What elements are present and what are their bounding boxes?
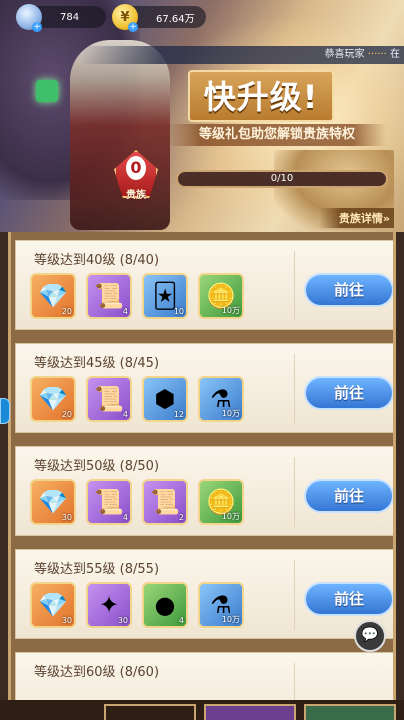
gem-counter[interactable]: + 784	[16, 4, 106, 32]
level-gift-row: 等级达到55级 (8/55) 💎 30 ✦ 30 ● 4 ⚗ 10万 前往	[15, 549, 393, 639]
reward-count: 4	[122, 513, 128, 522]
ticker-tail: 在	[390, 49, 400, 60]
reward-count: 20	[61, 410, 72, 419]
bottom-tab-2[interactable]	[204, 704, 296, 720]
reward-item[interactable]: ✦ 30	[86, 582, 132, 628]
chat-button[interactable]: 💬	[354, 620, 386, 652]
coin-amount: 67.64万	[156, 13, 195, 25]
add-coin-icon[interactable]: +	[128, 22, 138, 32]
scroll-icon: 📜	[94, 488, 124, 516]
red-gem-icon: 💎	[38, 591, 68, 619]
reward-items: 💎 20 📜 4 ⬢ 12 ⚗ 10万	[30, 376, 254, 422]
banner-subtitle: 等级礼包助您解锁贵族特权	[168, 124, 386, 146]
reward-item[interactable]: 💎 30	[30, 479, 76, 525]
row-divider	[294, 457, 295, 527]
reward-count: 4	[122, 410, 128, 419]
reward-item[interactable]: 💎 30	[30, 582, 76, 628]
reward-item[interactable]: 🪙 10万	[198, 273, 244, 319]
vip-progress-bar: 0/10	[176, 170, 388, 188]
reward-count: 20	[61, 307, 72, 316]
reward-item[interactable]: 💎 20	[30, 376, 76, 422]
green-orb-icon: ●	[154, 591, 176, 619]
reward-items: 💎 20 📜 4 🃏 10 🪙 10万	[30, 273, 254, 319]
go-button[interactable]: 前往	[304, 273, 393, 307]
reward-count: 10万	[221, 409, 240, 418]
ticker-player-name: ······	[367, 49, 387, 60]
reward-count: 30	[117, 616, 128, 625]
row-divider	[294, 251, 295, 321]
vip-level-number: 0	[126, 156, 146, 180]
purple-frame-icon: ✦	[98, 591, 120, 619]
reward-item[interactable]: ⚗ 10万	[198, 582, 244, 628]
reward-items: 💎 30 📜 4 📜 2 🪙 10万	[30, 479, 254, 525]
bottom-tab-1[interactable]	[104, 704, 196, 720]
row-title: 等级达到40级 (8/40)	[34, 253, 160, 268]
row-title: 等级达到60级 (8/60)	[34, 665, 160, 680]
reward-item[interactable]: ⬢ 12	[142, 376, 188, 422]
bottom-tab-3[interactable]	[304, 704, 396, 720]
reward-count: 10	[173, 307, 184, 316]
reward-count: 2	[178, 513, 184, 522]
row-title: 等级达到50级 (8/50)	[34, 459, 160, 474]
level-gift-row: 等级达到45级 (8/45) 💎 20 📜 4 ⬢ 12 ⚗ 10万 前往	[15, 343, 393, 433]
blue-card-icon: 🃏	[152, 282, 178, 310]
vip-badge-label: 贵族	[126, 190, 146, 201]
reward-count: 10万	[221, 615, 240, 624]
scroll-icon: 📜	[94, 385, 124, 413]
row-title: 等级达到45级 (8/45)	[34, 356, 160, 371]
scroll-icon: 📜	[94, 282, 124, 310]
side-drawer-tab[interactable]	[0, 398, 10, 424]
reward-item[interactable]: ⚗ 10万	[198, 376, 244, 422]
vip-details-link[interactable]: 贵族详情»	[318, 208, 394, 228]
red-gem-icon: 💎	[38, 488, 68, 516]
reward-count: 4	[122, 307, 128, 316]
go-button[interactable]: 前往	[304, 582, 393, 616]
bottom-nav-bar	[0, 700, 404, 720]
reward-count: 12	[173, 410, 184, 419]
go-button[interactable]: 前往	[304, 376, 393, 410]
go-button[interactable]: 前往	[304, 479, 393, 513]
reward-item[interactable]: 🃏 10	[142, 273, 188, 319]
green-crystal-artwork	[36, 80, 58, 102]
row-divider	[294, 354, 295, 424]
red-gem-icon: 💎	[38, 385, 68, 413]
octagon-token-icon: ⬢	[154, 385, 176, 413]
announcement-ticker: 恭喜玩家 ······ 在	[80, 46, 404, 64]
row-divider	[294, 560, 295, 630]
vip-level-badge: 0 贵族	[104, 150, 168, 212]
reward-item[interactable]: 📜 4	[86, 273, 132, 319]
reward-count: 10万	[221, 306, 240, 315]
ticker-text: 恭喜玩家	[324, 49, 365, 60]
reward-count: 4	[178, 616, 184, 625]
reward-item[interactable]: 🪙 10万	[198, 479, 244, 525]
banner-title: 快升级!	[188, 70, 334, 122]
vip-progress-text: 0/10	[270, 173, 294, 184]
add-gem-icon[interactable]: +	[32, 22, 42, 32]
reward-item[interactable]: ● 4	[142, 582, 188, 628]
scroll-icon: 📜	[150, 488, 180, 516]
level-gift-row: 等级达到50级 (8/50) 💎 30 📜 4 📜 2 🪙 10万 前往	[15, 446, 393, 536]
reward-count: 30	[61, 513, 72, 522]
reward-count: 10万	[221, 512, 240, 521]
gem-amount: 784	[60, 11, 80, 23]
reward-count: 30	[61, 616, 72, 625]
reward-item[interactable]: 📜 2	[142, 479, 188, 525]
reward-item[interactable]: 💎 20	[30, 273, 76, 319]
reward-items: 💎 30 ✦ 30 ● 4 ⚗ 10万	[30, 582, 254, 628]
reward-item[interactable]: 📜 4	[86, 479, 132, 525]
level-gift-list[interactable]: 等级达到40级 (8/40) 💎 20 📜 4 🃏 10 🪙 10万 前往 等级达到45级 (8/4…	[8, 232, 396, 720]
red-gem-icon: 💎	[38, 282, 68, 310]
reward-item[interactable]: 📜 4	[86, 376, 132, 422]
vip-banner: + 784 ¥ + 67.64万 恭喜玩家 ······ 在 快升级! 等级礼包…	[0, 0, 404, 232]
level-gift-row: 等级达到40级 (8/40) 💎 20 📜 4 🃏 10 🪙 10万 前往	[15, 240, 393, 330]
row-title: 等级达到55级 (8/55)	[34, 562, 160, 577]
coin-counter[interactable]: ¥ + 67.64万	[112, 4, 206, 32]
